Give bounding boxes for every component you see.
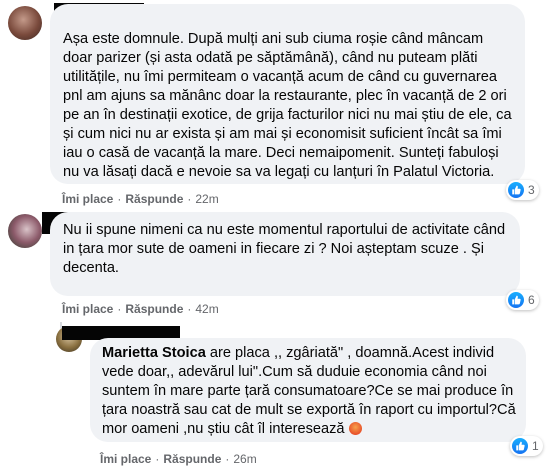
reaction-number: 6 xyxy=(528,293,535,307)
like-reaction-icon xyxy=(512,438,528,454)
reply-author[interactable]: Marietta Stoica xyxy=(102,345,206,361)
reply-bubble: Marietta Stoica are placa ,, zgâriată" ,… xyxy=(90,338,526,442)
comment-text: Așa este domnule. După mulți ani sub ciu… xyxy=(63,31,512,180)
like-button[interactable]: Îmi place xyxy=(62,192,113,206)
like-button[interactable]: Îmi place xyxy=(100,452,151,466)
reply-button[interactable]: Răspunde xyxy=(163,452,221,466)
like-reaction-icon xyxy=(508,182,524,198)
comment-actions: Îmi place · Răspunde · 22m xyxy=(62,192,219,206)
avatar[interactable] xyxy=(8,6,42,40)
reply-button[interactable]: Răspunde xyxy=(125,302,183,316)
timestamp[interactable]: 26m xyxy=(233,452,256,466)
timestamp[interactable]: 22m xyxy=(195,192,218,206)
like-button[interactable]: Îmi place xyxy=(62,302,113,316)
comment-bubble: Nu ii spune nimeni ca nu este momentul r… xyxy=(50,212,520,296)
comment-bubble: Așa este domnule. După mulți ani sub ciu… xyxy=(50,4,525,184)
comment-actions: Îmi place · Răspunde · 26m xyxy=(100,452,257,466)
reaction-number: 1 xyxy=(532,439,539,453)
comment-actions: Îmi place · Răspunde · 42m xyxy=(62,302,219,316)
angry-emoji-icon xyxy=(348,422,362,435)
reaction-count[interactable]: 1 xyxy=(510,436,543,456)
reply-button[interactable]: Răspunde xyxy=(125,192,183,206)
reaction-count[interactable]: 6 xyxy=(506,290,539,310)
reaction-count[interactable]: 3 xyxy=(506,180,539,200)
like-reaction-icon xyxy=(508,292,524,308)
timestamp[interactable]: 42m xyxy=(195,302,218,316)
reaction-number: 3 xyxy=(528,183,535,197)
comment-text: Nu ii spune nimeni ca nu este momentul r… xyxy=(63,222,506,276)
avatar[interactable] xyxy=(8,214,42,248)
